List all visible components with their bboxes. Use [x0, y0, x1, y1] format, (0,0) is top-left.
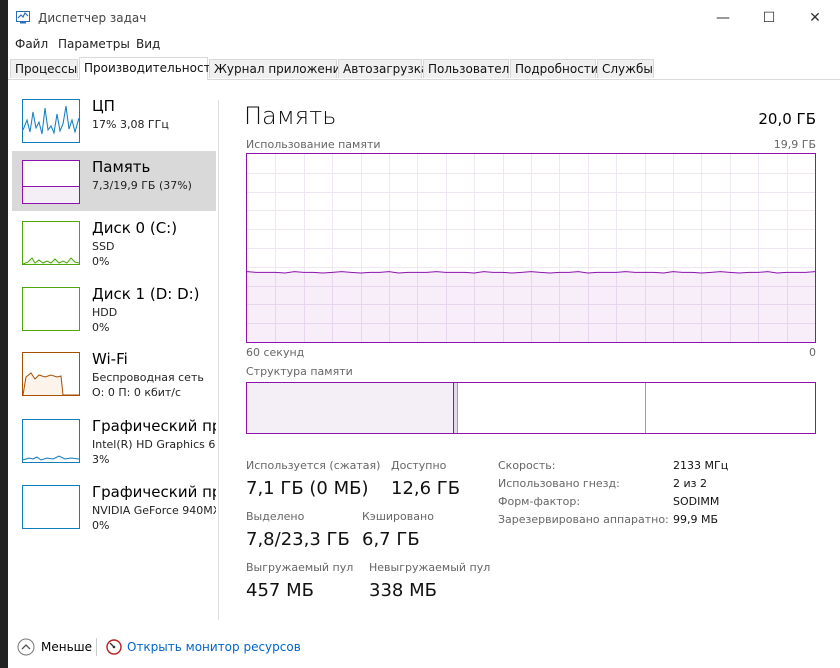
axis-left-label: 60 секунд [246, 346, 305, 359]
memory-usage-graph [246, 153, 816, 343]
sidebar-item-gpu1[interactable]: Графический процессор 1 NVIDIA GeForce 9… [12, 476, 216, 536]
maximize-button[interactable]: ☐ [746, 4, 792, 32]
gpu0-thumbnail [22, 419, 80, 463]
title-bar: Диспетчер задач — ☐ ✕ [8, 0, 840, 34]
graph-label: Использование памяти [246, 138, 381, 151]
task-manager-icon [16, 11, 30, 24]
tab-users[interactable]: Пользователи [423, 59, 517, 78]
slots-label: Использовано гнезд: [498, 477, 620, 490]
paged-pool-label: Выгружаемый пул [246, 561, 354, 574]
gpu1-thumbnail [22, 485, 80, 529]
sidebar-divider [218, 100, 219, 620]
window-title: Диспетчер задач [38, 11, 147, 25]
sidebar-detail-2: 3% [92, 453, 110, 466]
chevron-up-icon[interactable] [17, 638, 35, 656]
task-manager-window: Диспетчер задач — ☐ ✕ Файл Параметры Вид… [8, 0, 840, 668]
composition-standby [458, 383, 646, 433]
sidebar-detail-2: О: 0 П: 0 кбит/с [92, 386, 182, 399]
tab-startup[interactable]: Автозагрузка [338, 59, 428, 78]
sidebar-name: ЦП [92, 97, 115, 115]
sidebar-name: Wi-Fi [92, 350, 128, 368]
nonpaged-pool-label: Невыгружаемый пул [369, 561, 491, 574]
composition-in-use [247, 383, 455, 433]
sidebar-name: Графический процессор 1 [92, 483, 216, 501]
sidebar-detail-2: 0% [92, 255, 110, 268]
menu-view[interactable]: Вид [136, 37, 160, 51]
tab-strip: Процессы Производительность Журнал прило… [8, 57, 840, 80]
sidebar-item-cpu[interactable]: ЦП 17% 3,08 ГГц [12, 90, 216, 150]
sidebar-detail: Intel(R) HD Graphics 620 [92, 438, 216, 451]
tab-app-history[interactable]: Журнал приложений [209, 59, 348, 78]
wifi-thumbnail [22, 352, 80, 396]
sidebar-name: Графический процессор 0 [92, 417, 216, 435]
cached-value: 6,7 ГБ [362, 529, 420, 550]
form-factor-label: Форм-фактор: [498, 495, 581, 508]
tab-details[interactable]: Подробности [510, 59, 599, 78]
sidebar-detail: HDD [92, 306, 118, 319]
sidebar-name: Диск 0 (C:) [92, 219, 178, 237]
axis-right-label: 0 [809, 346, 816, 359]
speed-label: Скорость: [498, 459, 556, 472]
structure-label: Структура памяти [246, 365, 353, 378]
in-use-label: Используется (сжатая) [246, 459, 381, 472]
sidebar-detail-2: 0% [92, 321, 110, 334]
cached-label: Кэшировано [362, 510, 434, 523]
tab-services[interactable]: Службы [597, 59, 654, 78]
sidebar-detail: Беспроводная сеть [92, 371, 204, 384]
sidebar-detail: 17% 3,08 ГГц [92, 118, 169, 131]
graph-max-label: 19,9 ГБ [773, 138, 816, 151]
resource-sidebar: ЦП 17% 3,08 ГГц Память 7,3/19,9 ГБ (37%)… [8, 90, 218, 625]
available-label: Доступно [391, 459, 447, 472]
menu-options[interactable]: Параметры [58, 37, 130, 51]
memory-total: 20,0 ГБ [758, 110, 816, 128]
sidebar-item-memory[interactable]: Память 7,3/19,9 ГБ (37%) [12, 151, 216, 211]
sidebar-detail: NVIDIA GeForce 940MX [92, 504, 216, 517]
disk1-thumbnail [22, 287, 80, 331]
close-button[interactable]: ✕ [792, 4, 838, 32]
menu-file[interactable]: Файл [15, 37, 48, 51]
reserved-value: 99,9 МБ [673, 513, 719, 526]
bottom-separator [96, 638, 97, 656]
reserved-label: Зарезервировано аппаратно: [498, 513, 669, 526]
sidebar-item-wifi[interactable]: Wi-Fi Беспроводная сеть О: 0 П: 0 кбит/с [12, 343, 216, 403]
page-title: Память [244, 102, 337, 130]
disk0-thumbnail [22, 221, 80, 265]
paged-pool-value: 457 МБ [246, 580, 314, 601]
tab-performance[interactable]: Производительность [79, 57, 218, 80]
speed-value: 2133 МГц [673, 459, 729, 472]
usage-area [247, 271, 815, 342]
sidebar-detail: SSD [92, 240, 115, 253]
memory-thumbnail [22, 160, 80, 204]
slots-value: 2 из 2 [673, 477, 707, 490]
bottom-bar: Меньше Открыть монитор ресурсов [8, 632, 840, 662]
tab-processes[interactable]: Процессы [10, 59, 78, 78]
memory-composition-bar [246, 382, 816, 434]
minimize-button[interactable]: — [700, 4, 746, 32]
sidebar-name: Диск 1 (D: D:) [92, 285, 200, 303]
committed-label: Выделено [246, 510, 305, 523]
sidebar-item-disk1[interactable]: Диск 1 (D: D:) HDD 0% [12, 278, 216, 338]
sidebar-item-gpu0[interactable]: Графический процессор 0 Intel(R) HD Grap… [12, 410, 216, 470]
fewer-details-link[interactable]: Меньше [41, 640, 92, 654]
nonpaged-pool-value: 338 МБ [369, 580, 437, 601]
form-factor-value: SODIMM [673, 495, 720, 508]
available-value: 12,6 ГБ [391, 478, 461, 499]
sidebar-name: Память [92, 158, 151, 176]
open-resource-monitor-link[interactable]: Открыть монитор ресурсов [127, 640, 301, 654]
resource-monitor-icon [106, 639, 122, 655]
memory-usage-chart [247, 154, 815, 342]
committed-value: 7,8/23,3 ГБ [246, 529, 350, 550]
sidebar-item-disk0[interactable]: Диск 0 (C:) SSD 0% [12, 212, 216, 272]
sidebar-detail-2: 0% [92, 519, 110, 532]
in-use-value: 7,1 ГБ (0 МБ) [246, 478, 369, 499]
desktop-background [0, 0, 8, 668]
sidebar-detail: 7,3/19,9 ГБ (37%) [92, 179, 192, 192]
cpu-thumbnail [22, 99, 80, 143]
